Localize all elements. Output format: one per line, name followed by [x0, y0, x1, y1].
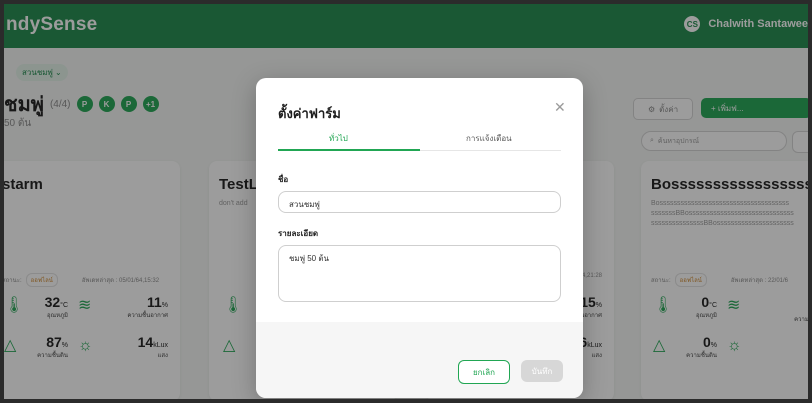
tab-notifications[interactable]: การแจ้งเตือน	[466, 132, 512, 145]
name-label: ชื่อ	[278, 175, 289, 184]
close-icon[interactable]: ✕	[554, 100, 566, 114]
farm-description-field[interactable]: ชมพู่ 50 ต้น	[278, 245, 561, 302]
save-button[interactable]: บันทึก	[521, 360, 563, 382]
tab-general[interactable]: ทั่วไป	[329, 132, 348, 145]
farm-name-field[interactable]: สวนชมพู่	[278, 191, 561, 213]
farm-settings-dialog: ตั้งค่าฟาร์ม ✕ ทั่วไป การแจ้งเตือน ชื่อ …	[256, 78, 583, 398]
active-tab-indicator	[278, 149, 420, 151]
app-window: ndySense CS Chalwith Santawee สวนชมพู่ ⌄…	[4, 4, 808, 399]
description-label: รายละเอียด	[278, 229, 319, 238]
dialog-title: ตั้งค่าฟาร์ม	[278, 106, 341, 121]
cancel-button[interactable]: ยกเลิก	[458, 360, 510, 384]
